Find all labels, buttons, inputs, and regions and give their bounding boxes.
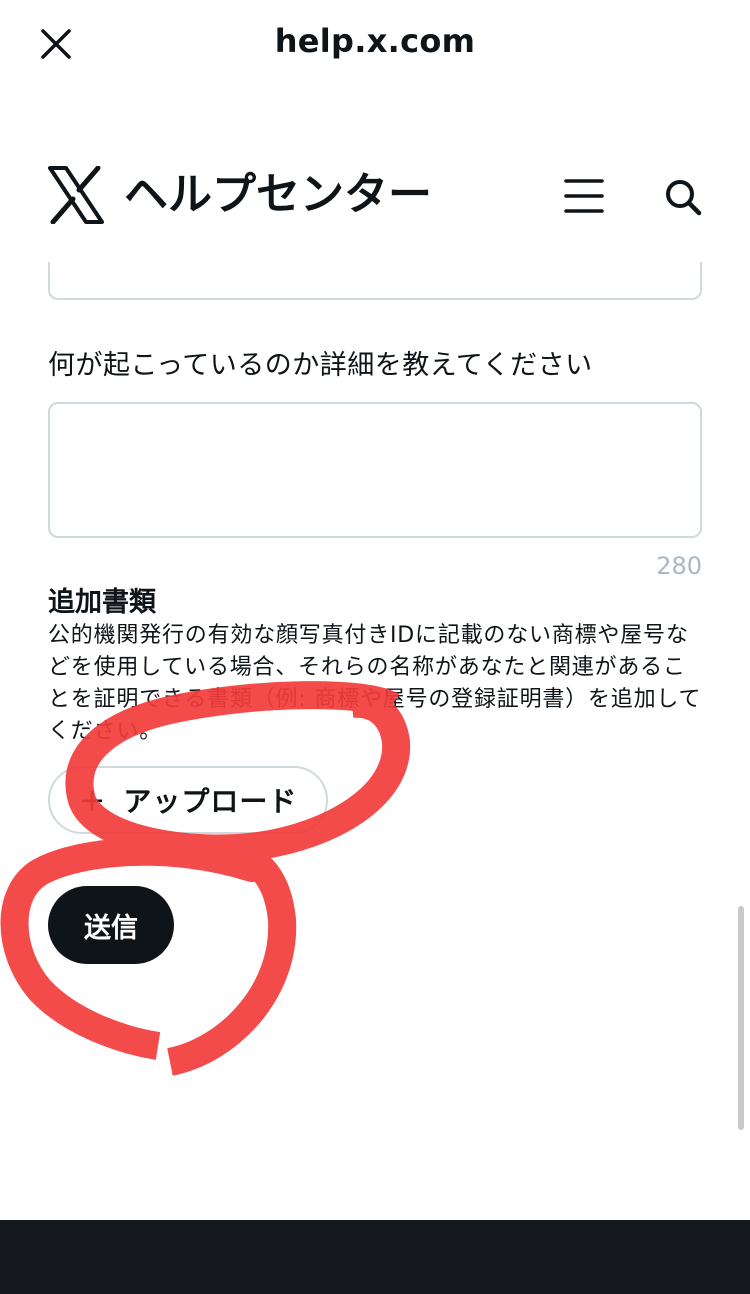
details-label: 何が起こっているのか詳細を教えてください [48,350,593,381]
details-textarea[interactable] [48,402,702,538]
upload-button[interactable]: + アップロード [48,766,328,834]
x-logo-icon[interactable] [48,165,104,225]
upload-label: アップロード [123,785,298,818]
plus-icon: + [78,781,106,819]
site-title[interactable]: ヘルプセンター [124,166,432,224]
scrollbar[interactable] [738,906,744,1130]
url-label: help.x.com [274,22,476,60]
hamburger-menu-icon [564,179,604,213]
menu-button[interactable] [562,176,606,216]
search-button[interactable] [662,176,704,218]
search-icon [666,180,702,216]
submit-button[interactable]: 送信 [48,886,174,964]
character-counter: 280 [656,552,702,580]
attachments-description: 公的機関発行の有効な顔写真付きIDに記載のない商標や屋号などを使用している場合、… [48,623,702,744]
attachments-title: 追加書類 [48,587,156,618]
bottom-toolbar [0,1220,750,1294]
previous-input-field[interactable] [48,262,702,300]
